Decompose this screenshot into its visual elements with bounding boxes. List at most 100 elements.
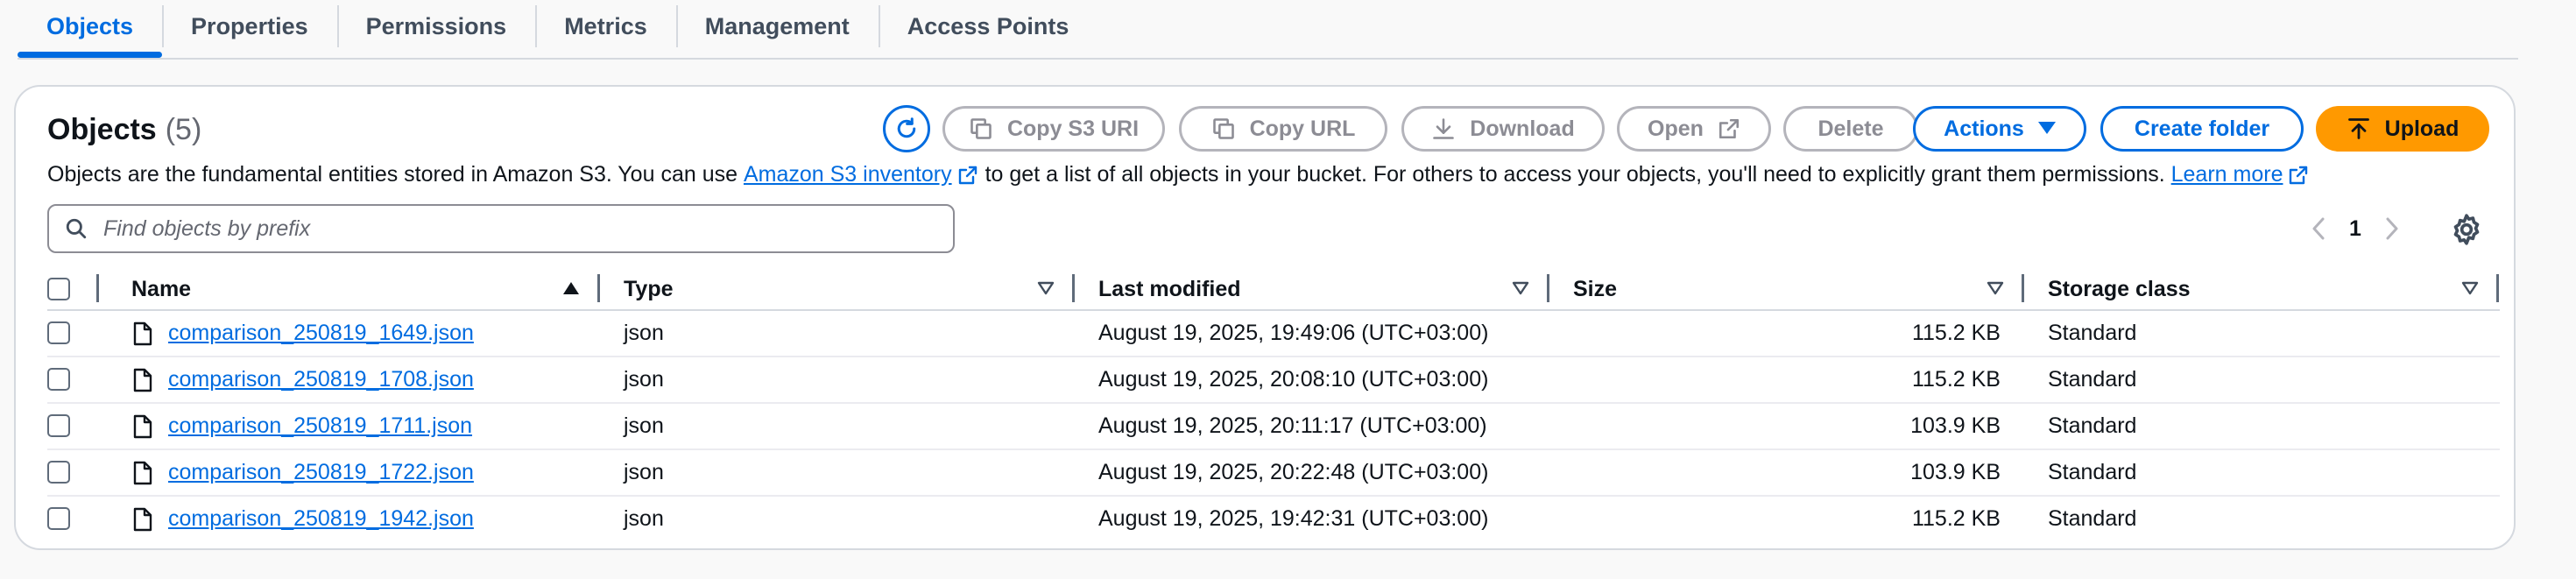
column-header-type[interactable]: Type xyxy=(624,269,674,309)
sort-icon[interactable] xyxy=(1512,281,1529,295)
copy-s3-uri-button[interactable]: Copy S3 URI xyxy=(942,106,1165,152)
panel-title: Objects (5) xyxy=(47,113,201,147)
table-row[interactable]: comparison_250819_1708.json json August … xyxy=(47,357,2500,404)
table-row[interactable]: comparison_250819_1649.json json August … xyxy=(47,311,2500,357)
object-size: 115.2 KB xyxy=(1911,506,2001,531)
caret-down-icon xyxy=(2037,122,2056,134)
select-all-checkbox[interactable] xyxy=(47,278,70,300)
object-name-link[interactable]: comparison_250819_1711.json xyxy=(168,413,472,439)
chevron-left-icon[interactable] xyxy=(2311,216,2326,241)
settings-gear-icon[interactable] xyxy=(2449,212,2484,247)
tab-objects[interactable]: Objects xyxy=(18,0,163,58)
objects-panel: Objects (5) Copy S3 URI Copy URL Downloa… xyxy=(14,85,2516,550)
download-button[interactable]: Download xyxy=(1401,106,1605,152)
row-checkbox[interactable] xyxy=(47,414,70,437)
create-folder-label: Create folder xyxy=(2134,116,2270,141)
copy-url-label: Copy URL xyxy=(1249,116,1356,141)
column-divider[interactable] xyxy=(1547,274,1549,302)
object-name-link[interactable]: comparison_250819_1649.json xyxy=(168,321,474,346)
copy-icon xyxy=(1212,118,1234,139)
tab-management[interactable]: Management xyxy=(675,0,879,53)
pagination: 1 xyxy=(2311,209,2400,248)
object-storage-class: Standard xyxy=(2048,367,2137,392)
current-page[interactable]: 1 xyxy=(2349,216,2361,242)
table-header: Name Type Last modified Size Storage cla… xyxy=(47,269,2500,311)
object-last-modified: August 19, 2025, 20:11:17 (UTC+03:00) xyxy=(1098,413,1487,438)
refresh-button[interactable] xyxy=(883,105,930,152)
column-header-size[interactable]: Size xyxy=(1573,269,1617,309)
file-icon xyxy=(133,461,152,485)
tab-metrics[interactable]: Metrics xyxy=(535,0,676,53)
object-type: json xyxy=(624,321,664,345)
file-icon xyxy=(133,368,152,392)
column-divider[interactable] xyxy=(597,274,600,302)
sort-icon[interactable] xyxy=(2461,281,2479,295)
sort-icon[interactable] xyxy=(1987,281,2004,295)
upload-label: Upload xyxy=(2384,116,2460,141)
column-header-last-modified[interactable]: Last modified xyxy=(1098,269,1241,309)
object-name-link[interactable]: comparison_250819_1722.json xyxy=(168,460,474,485)
table-row[interactable]: comparison_250819_1711.json json August … xyxy=(47,404,2500,450)
object-last-modified: August 19, 2025, 19:42:31 (UTC+03:00) xyxy=(1098,506,1489,531)
table-row[interactable]: comparison_250819_1722.json json August … xyxy=(47,450,2500,497)
file-icon xyxy=(133,321,152,346)
search-input[interactable] xyxy=(102,215,953,243)
refresh-icon xyxy=(897,117,916,138)
search-icon xyxy=(66,218,87,239)
object-size: 103.9 KB xyxy=(1910,460,2001,484)
tab-bar: Objects Properties Permissions Metrics M… xyxy=(18,0,2518,60)
table-row[interactable]: comparison_250819_1942.json json August … xyxy=(47,497,2500,543)
object-type: json xyxy=(624,460,664,484)
object-name-link[interactable]: comparison_250819_1942.json xyxy=(168,506,474,532)
column-divider[interactable] xyxy=(2496,274,2499,302)
row-checkbox[interactable] xyxy=(47,507,70,530)
s3-inventory-link[interactable]: Amazon S3 inventory xyxy=(744,162,952,187)
delete-button[interactable]: Delete xyxy=(1783,106,1918,152)
row-checkbox[interactable] xyxy=(47,321,70,344)
column-divider xyxy=(96,274,99,302)
file-icon xyxy=(133,414,152,439)
column-header-name[interactable]: Name xyxy=(131,269,191,309)
object-size: 103.9 KB xyxy=(1910,413,2001,438)
upload-icon xyxy=(2347,118,2369,139)
object-size: 115.2 KB xyxy=(1911,367,2001,392)
external-link-icon xyxy=(2290,166,2308,184)
actions-dropdown-button[interactable]: Actions xyxy=(1913,106,2086,152)
sort-icon[interactable] xyxy=(1037,281,1055,295)
object-name-link[interactable]: comparison_250819_1708.json xyxy=(168,367,474,392)
object-storage-class: Standard xyxy=(2048,413,2137,438)
open-label: Open xyxy=(1648,116,1704,141)
column-header-storage-class[interactable]: Storage class xyxy=(2048,269,2191,309)
row-checkbox[interactable] xyxy=(47,461,70,484)
object-type: json xyxy=(624,367,664,392)
external-link-icon xyxy=(958,166,977,184)
delete-label: Delete xyxy=(1817,116,1884,141)
external-link-icon xyxy=(1719,118,1740,139)
column-divider[interactable] xyxy=(2022,274,2024,302)
sort-ascending-icon[interactable] xyxy=(562,281,580,295)
tab-permissions[interactable]: Permissions xyxy=(336,0,536,53)
create-folder-button[interactable]: Create folder xyxy=(2100,106,2304,152)
download-label: Download xyxy=(1470,116,1575,141)
upload-button[interactable]: Upload xyxy=(2316,106,2489,152)
column-divider[interactable] xyxy=(1072,274,1075,302)
file-icon xyxy=(133,507,152,532)
row-checkbox[interactable] xyxy=(47,368,70,391)
chevron-right-icon[interactable] xyxy=(2384,216,2400,241)
search-box xyxy=(47,204,955,253)
object-type: json xyxy=(624,506,664,531)
object-storage-class: Standard xyxy=(2048,460,2137,484)
object-count: (5) xyxy=(165,113,202,146)
copy-icon xyxy=(970,118,992,139)
copy-url-button[interactable]: Copy URL xyxy=(1179,106,1387,152)
object-storage-class: Standard xyxy=(2048,321,2137,345)
learn-more-link[interactable]: Learn more xyxy=(2171,162,2283,187)
tab-access-points[interactable]: Access Points xyxy=(878,0,1098,53)
tab-properties[interactable]: Properties xyxy=(162,0,337,53)
description-text-2: to get a list of all objects in your buc… xyxy=(985,162,2165,187)
open-button[interactable]: Open xyxy=(1617,106,1771,152)
copy-s3-uri-label: Copy S3 URI xyxy=(1006,116,1140,141)
object-last-modified: August 19, 2025, 20:22:48 (UTC+03:00) xyxy=(1098,460,1489,484)
panel-title-text: Objects xyxy=(47,113,157,146)
download-icon xyxy=(1433,118,1455,139)
